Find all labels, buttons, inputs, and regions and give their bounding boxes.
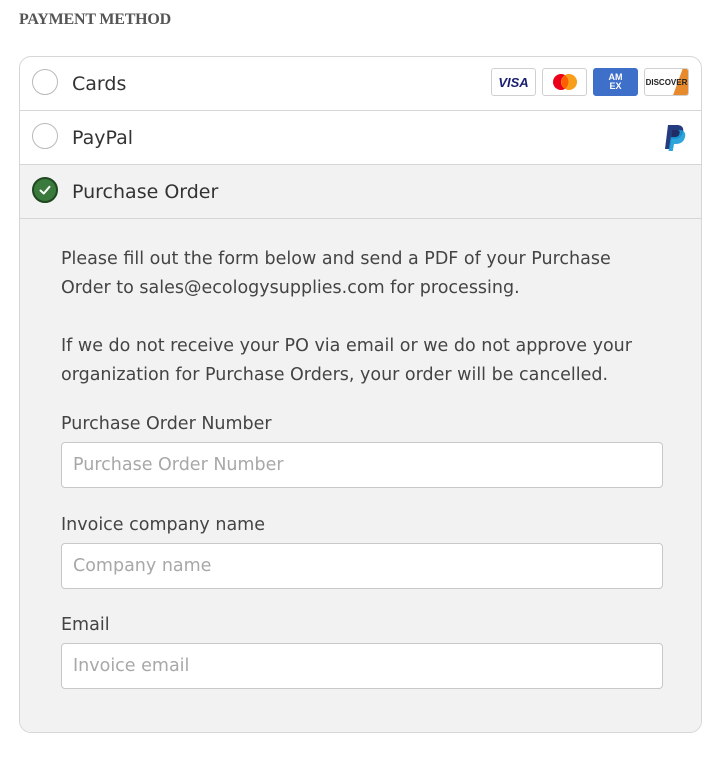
po-number-label: Purchase Order Number <box>61 414 272 434</box>
payment-option-paypal[interactable]: PayPal <box>20 111 701 165</box>
po-instructions: Please fill out the form below and send … <box>61 249 611 298</box>
discover-icon: DISCOVER <box>644 68 689 96</box>
paypal-label: PayPal <box>72 127 134 149</box>
po-warning: If we do not receive your PO via email o… <box>61 336 632 385</box>
amex-icon: AM EX <box>593 68 638 96</box>
mastercard-icon <box>542 68 587 96</box>
card-logos: VISA AM EX DISCOVER <box>491 68 689 96</box>
purchase-order-label: Purchase Order <box>72 181 219 203</box>
paypal-radio[interactable] <box>32 123 58 149</box>
company-name-input[interactable] <box>61 543 663 589</box>
payment-methods: Cards VISA AM EX DISCOVER PayPal Purchas… <box>19 56 702 733</box>
email-label: Email <box>61 615 110 635</box>
invoice-email-input[interactable] <box>61 643 663 689</box>
visa-icon: VISA <box>491 68 536 96</box>
payment-option-purchase-order[interactable]: Purchase Order <box>20 165 701 219</box>
purchase-order-radio[interactable] <box>32 177 58 203</box>
company-name-label: Invoice company name <box>61 515 265 535</box>
payment-option-cards[interactable]: Cards VISA AM EX DISCOVER <box>20 57 701 111</box>
section-title: PAYMENT METHOD <box>19 11 172 28</box>
purchase-order-panel: Please fill out the form below and send … <box>20 219 701 732</box>
po-number-input[interactable] <box>61 442 663 488</box>
checkmark-icon <box>39 185 51 195</box>
cards-radio[interactable] <box>32 69 58 95</box>
paypal-icon <box>665 125 686 151</box>
cards-label: Cards <box>72 73 127 95</box>
